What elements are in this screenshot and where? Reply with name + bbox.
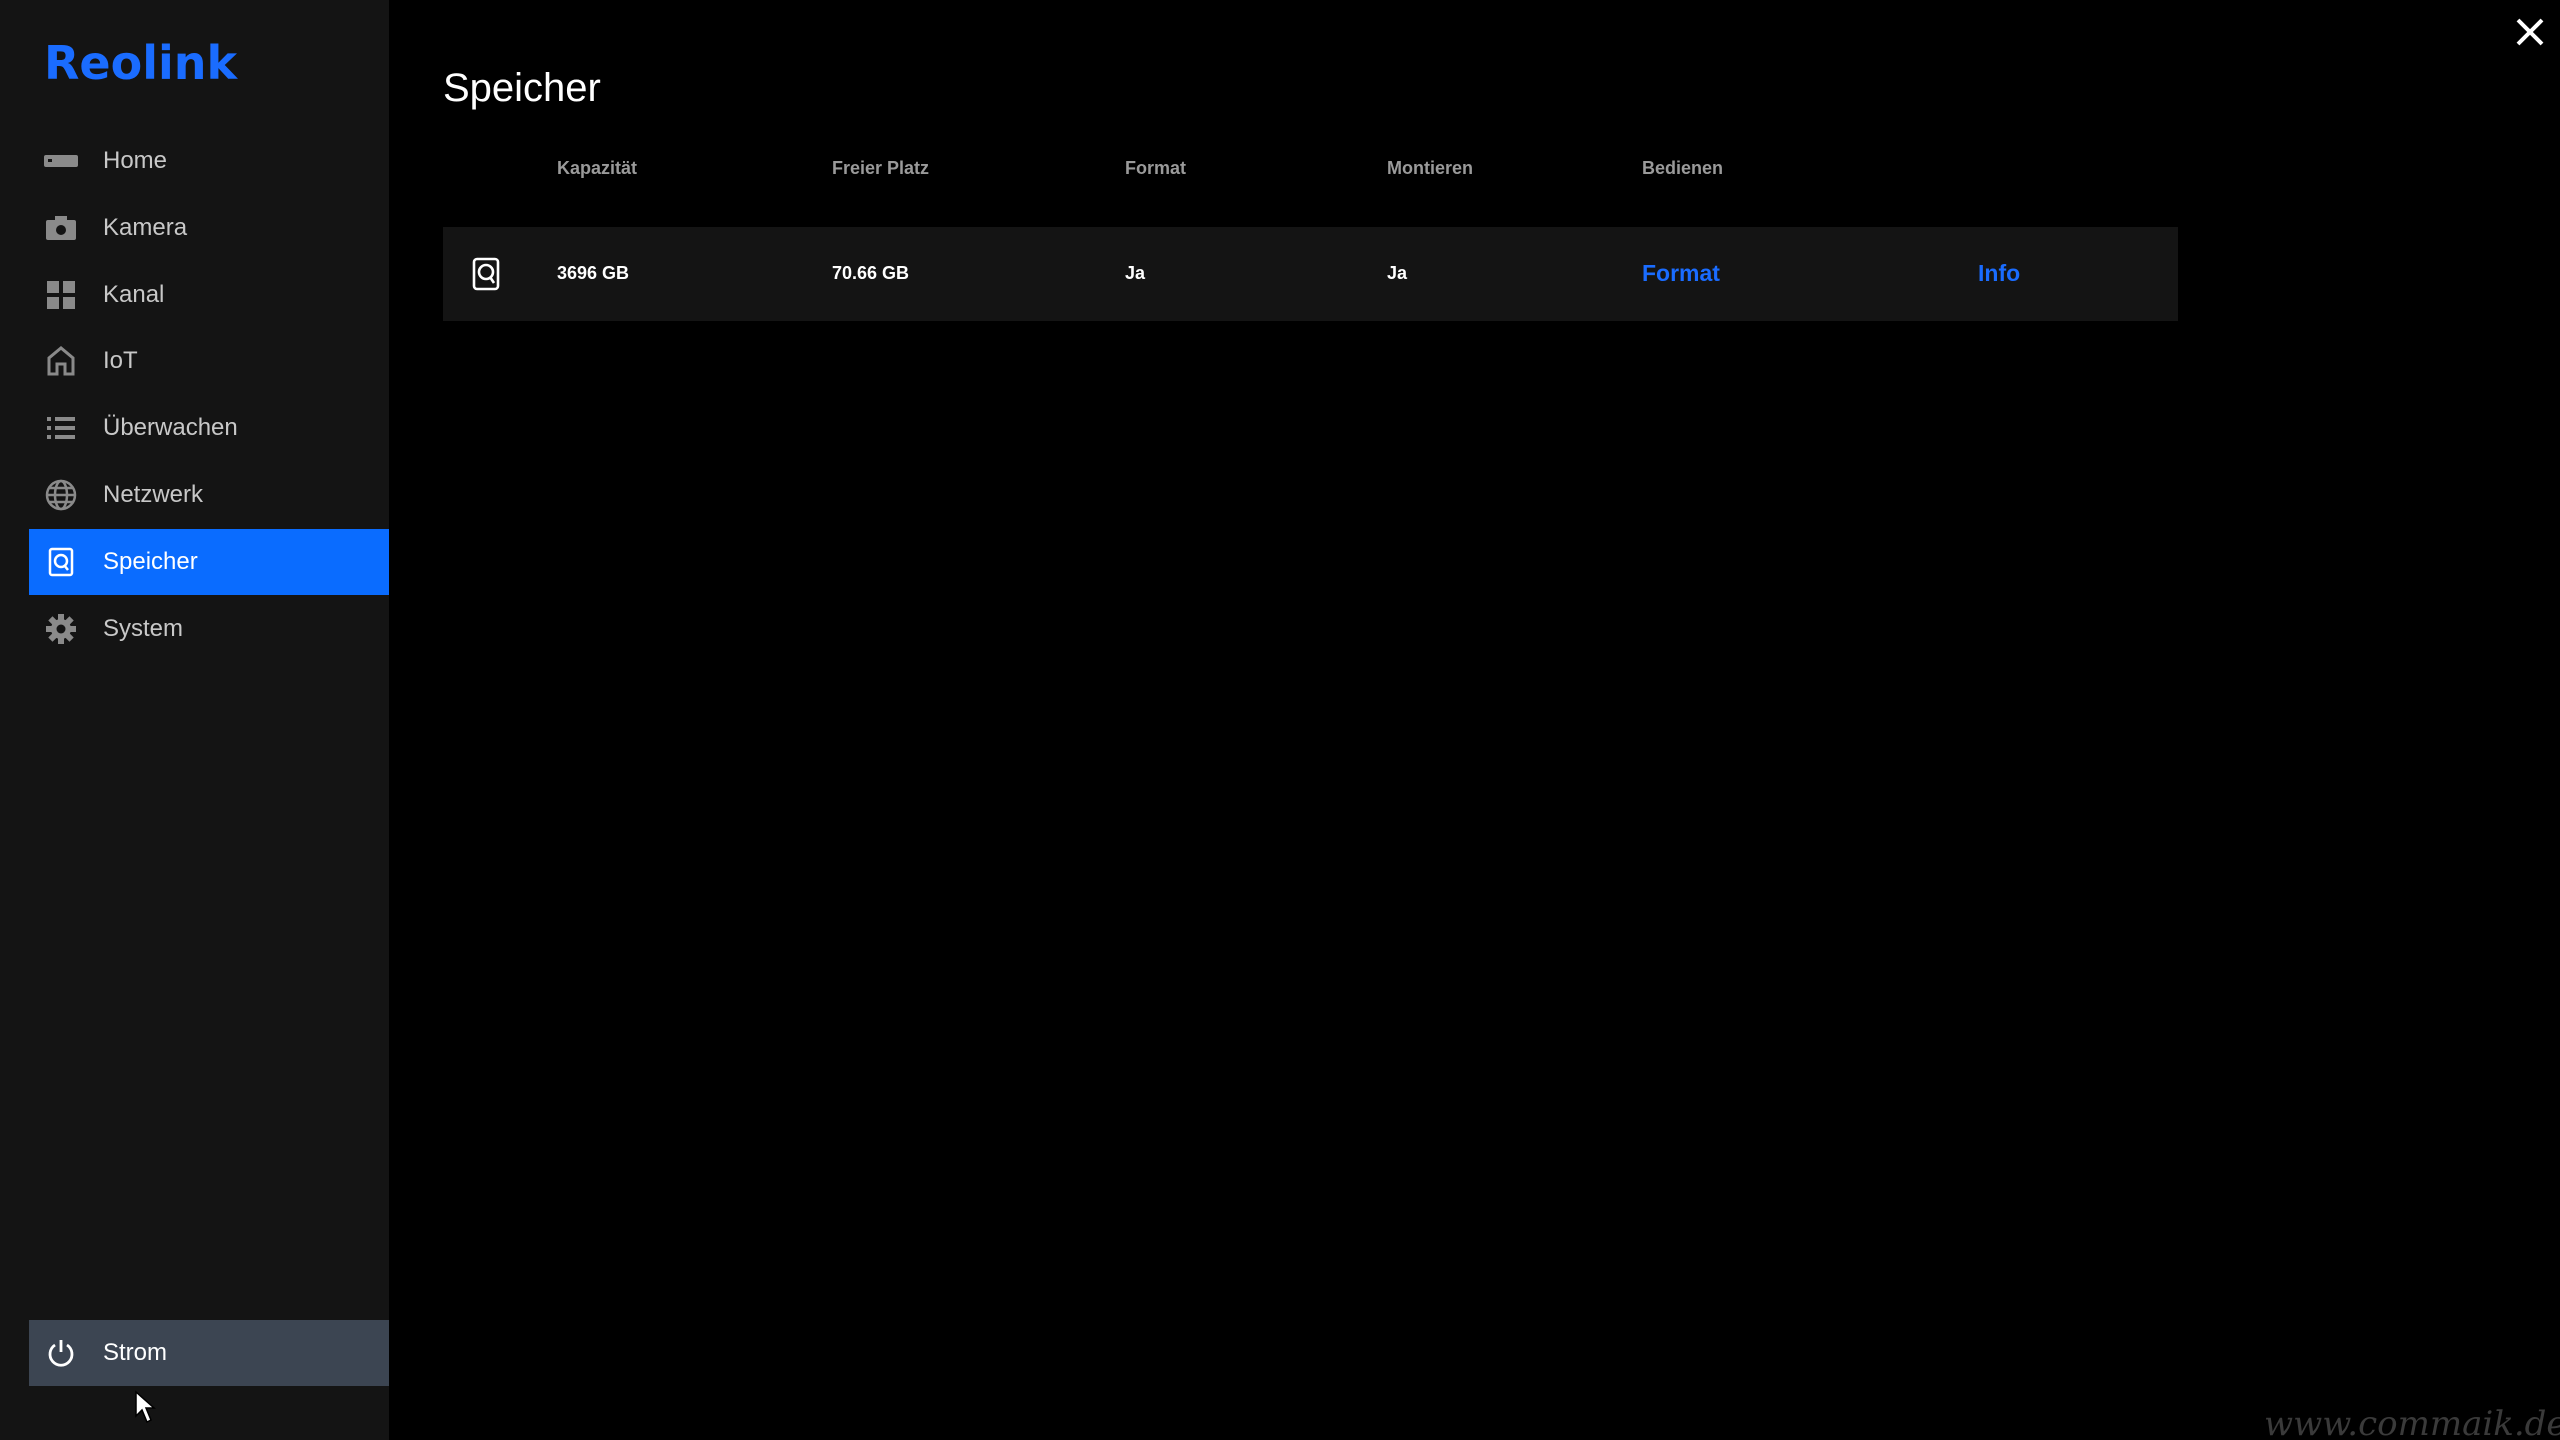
format-button[interactable]: Format <box>1642 260 1720 287</box>
column-header-montieren: Montieren <box>1387 158 1474 178</box>
storage-disk-icon <box>472 257 500 296</box>
gear-icon <box>43 611 79 647</box>
close-icon <box>2516 18 2544 46</box>
sidebar-nav: Home Kamera Kanal IoT Überwachen Netzwer… <box>29 128 389 662</box>
page-title: Speicher <box>443 66 601 110</box>
column-header-freier-platz: Freier Platz <box>832 158 930 178</box>
mount-value: Ja <box>1387 263 1408 283</box>
info-button[interactable]: Info <box>1978 260 2020 287</box>
capacity-value: 3696 GB <box>557 263 630 283</box>
sidebar: Reolink Home Kamera Kanal IoT Überwachen… <box>0 0 389 1440</box>
sidebar-item-system[interactable]: System <box>29 596 389 662</box>
sidebar-item-netzwerk[interactable]: Netzwerk <box>29 462 389 528</box>
power-button[interactable]: Strom <box>29 1320 389 1386</box>
home-iot-icon <box>43 343 79 379</box>
sidebar-item-iot[interactable]: IoT <box>29 328 389 394</box>
sidebar-item-speicher[interactable]: Speicher <box>29 528 389 595</box>
mouse-cursor-icon <box>134 1390 158 1429</box>
storage-icon <box>43 544 79 580</box>
globe-icon <box>43 477 79 513</box>
table-header: Kapazität Freier Platz Format Montieren … <box>443 158 2178 180</box>
sidebar-item-home[interactable]: Home <box>29 128 389 194</box>
list-icon <box>43 410 79 446</box>
sidebar-item-ueberwachen[interactable]: Überwachen <box>29 395 389 461</box>
grid-icon <box>43 277 79 313</box>
sidebar-item-label: IoT <box>103 347 138 375</box>
sidebar-item-kamera[interactable]: Kamera <box>29 195 389 261</box>
sidebar-item-label: System <box>103 614 184 642</box>
camera-icon <box>43 210 79 246</box>
free-space-value: 70.66 GB <box>832 263 910 283</box>
column-header-format: Format <box>1125 158 1187 178</box>
sidebar-item-label: Kanal <box>103 280 165 308</box>
power-icon <box>43 1335 79 1371</box>
format-value: Ja <box>1125 263 1146 283</box>
sidebar-item-label: Speicher <box>103 547 198 575</box>
watermark: www.commaik.de <box>2264 1404 2560 1440</box>
sidebar-item-label: Überwachen <box>103 414 238 442</box>
column-header-bedienen: Bedienen <box>1642 158 1724 178</box>
sidebar-item-label: Home <box>103 147 168 174</box>
table-row: 3696 GB 70.66 GB Ja Ja Format Info <box>443 227 2178 321</box>
app-root: Reolink Home Kamera Kanal IoT Überwachen… <box>0 0 2560 1440</box>
power-label: Strom <box>103 1339 168 1366</box>
sidebar-item-kanal[interactable]: Kanal <box>29 262 389 328</box>
column-header-kapazitaet: Kapazität <box>557 158 638 178</box>
sidebar-item-label: Kamera <box>103 213 188 241</box>
close-button[interactable] <box>2510 12 2550 52</box>
reolink-logo: Reolink <box>44 36 238 90</box>
nvr-device-icon <box>43 143 79 179</box>
sidebar-item-label: Netzwerk <box>103 480 204 508</box>
